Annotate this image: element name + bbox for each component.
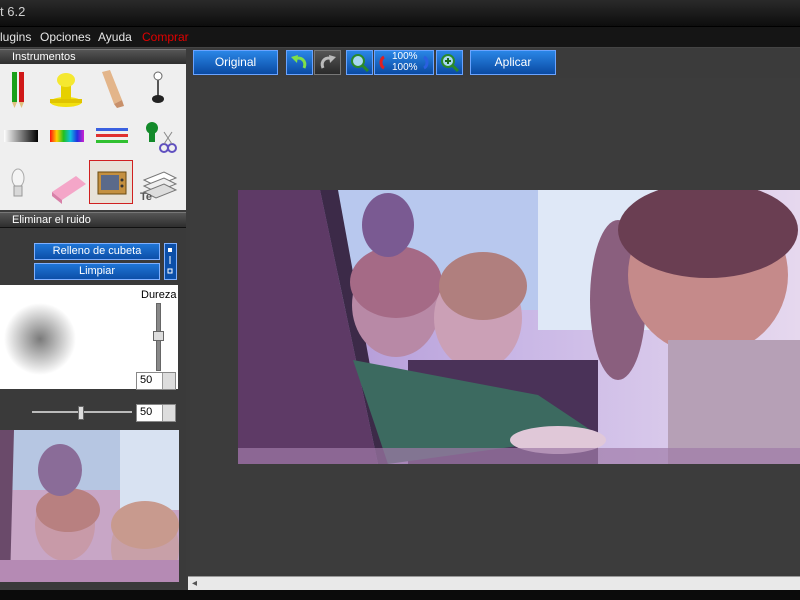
tools-panel-title: Instrumentos	[12, 51, 76, 63]
hardness-slider-thumb[interactable]	[153, 331, 164, 341]
photo-image	[238, 190, 800, 464]
noise-filter-tool[interactable]	[89, 160, 133, 204]
gradient-icon	[4, 130, 38, 142]
text-layers-tool[interactable]: Te	[136, 162, 180, 206]
apply-button[interactable]: Aplicar	[470, 50, 556, 75]
zoom-out-icon	[351, 54, 370, 73]
zoom-in-button[interactable]	[436, 50, 463, 75]
stamp-tool[interactable]	[44, 66, 88, 110]
lines-tool[interactable]	[90, 114, 134, 158]
hardness-spinner[interactable]: 50	[136, 372, 176, 390]
undo-button[interactable]	[286, 50, 313, 75]
tools-panel-header: Instrumentos	[0, 49, 186, 65]
horizontal-scrollbar[interactable]: ◂	[188, 576, 800, 591]
spinner-arrows-icon[interactable]	[162, 373, 175, 389]
color-lines-icon	[96, 128, 128, 143]
menu-bar: lugins Opciones Ayuda Comprar	[0, 27, 800, 48]
window-title: t 6.2	[0, 4, 26, 19]
rainbow-gradient-icon	[50, 130, 84, 142]
light-bulb-icon	[11, 168, 25, 197]
edited-photo[interactable]	[238, 190, 800, 464]
menu-item-opciones[interactable]: Opciones	[40, 30, 91, 44]
size-slider-thumb[interactable]	[78, 406, 84, 420]
svg-text:Te: Te	[140, 191, 152, 203]
stamp-icon	[50, 73, 82, 107]
bottom-edge	[0, 590, 800, 600]
redo-icon	[320, 55, 336, 69]
eraser-icon	[52, 176, 86, 204]
brush-preview	[4, 303, 76, 375]
text-layers-icon: Te	[140, 171, 178, 203]
rainbow-gradient-tool[interactable]	[46, 114, 90, 158]
redo-button[interactable]	[314, 50, 341, 75]
fill-bucket-button[interactable]: Relleno de cubeta	[34, 243, 160, 260]
eraser-stick-tool[interactable]	[92, 66, 136, 110]
mode-toggle-icon	[167, 248, 173, 274]
filter-preview	[0, 430, 179, 582]
brush-settings-box: Dureza 50	[0, 285, 178, 390]
pencils-icon	[12, 72, 24, 108]
eraser-tool[interactable]	[46, 162, 90, 206]
pin-tool[interactable]	[136, 66, 180, 110]
zoom-reset-button[interactable]: 100% 100%	[374, 50, 434, 75]
gradient-tool[interactable]	[0, 114, 44, 158]
preview-image	[0, 430, 179, 582]
pencils-tool[interactable]	[0, 66, 44, 110]
tv-noise-icon	[97, 171, 127, 195]
zoom-in-icon	[441, 54, 460, 73]
hardness-label: Dureza	[141, 289, 177, 301]
filter-panel-header: Eliminar el ruido	[0, 212, 186, 228]
zoom-out-button[interactable]	[346, 50, 373, 75]
menu-item-comprar[interactable]: Comprar	[142, 30, 189, 44]
clear-button[interactable]: Limpiar	[34, 263, 160, 280]
light-bulb-tool[interactable]	[0, 162, 44, 206]
undo-icon	[291, 55, 307, 69]
tools-grid: Te	[0, 64, 186, 210]
title-bar: t 6.2	[0, 0, 800, 27]
original-button[interactable]: Original	[193, 50, 278, 75]
menu-item-ayuda[interactable]: Ayuda	[98, 30, 132, 44]
hardness-value: 50	[140, 374, 153, 386]
zoom-level-bottom: 100%	[392, 62, 418, 73]
menu-item-plugins[interactable]: lugins	[0, 30, 31, 44]
pin-icon	[152, 71, 164, 103]
size-spinner[interactable]: 50	[136, 404, 176, 422]
zoom-level-top: 100%	[392, 51, 418, 62]
scroll-left-icon[interactable]: ◂	[192, 578, 197, 589]
filter-panel-title: Eliminar el ruido	[12, 214, 91, 226]
mode-toggle-button[interactable]	[164, 243, 177, 280]
size-value: 50	[140, 406, 153, 418]
scissors-icon	[146, 122, 177, 153]
size-spinner-arrows-icon[interactable]	[162, 405, 175, 421]
eraser-stick-icon	[102, 70, 124, 108]
clone-scissors-tool[interactable]	[136, 114, 180, 158]
